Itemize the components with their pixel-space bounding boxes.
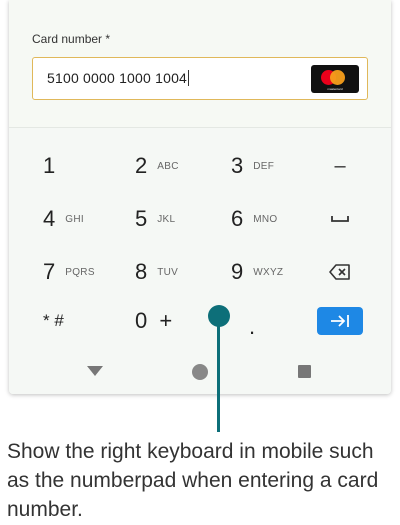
key-period[interactable]: . — [249, 307, 255, 347]
card-number-input[interactable]: 5100 0000 1000 1004 mastercard — [32, 57, 368, 100]
back-triangle-icon[interactable] — [87, 366, 103, 376]
space-key[interactable] — [317, 205, 363, 233]
minus-key[interactable]: – — [317, 152, 363, 180]
key-6[interactable]: 6 MNO — [231, 199, 277, 239]
key-star-hash[interactable]: * # — [43, 301, 64, 341]
key-5[interactable]: 5 JKL — [135, 199, 175, 239]
text-caret — [188, 70, 190, 86]
home-circle-icon[interactable] — [192, 364, 208, 380]
recents-square-icon[interactable] — [298, 365, 311, 378]
backspace-key[interactable] — [317, 258, 363, 286]
next-field-button[interactable] — [317, 307, 363, 335]
key-3[interactable]: 3 DEF — [231, 146, 274, 186]
annotation-pointer-line — [217, 316, 220, 432]
key-9[interactable]: 9 WXYZ — [231, 252, 283, 292]
key-0-plus[interactable]: 0 + — [135, 301, 172, 341]
key-2[interactable]: 2 ABC — [135, 146, 179, 186]
annotation-pointer-dot — [208, 305, 230, 327]
card-number-value: 5100 0000 1000 1004 — [47, 70, 190, 86]
mastercard-logo-icon: mastercard — [311, 65, 359, 93]
system-nav-bar — [9, 347, 391, 394]
card-form: Card number * 5100 0000 1000 1004 master… — [9, 0, 391, 128]
key-1[interactable]: 1 — [43, 146, 55, 186]
backspace-icon — [329, 264, 350, 280]
space-bar-icon — [331, 216, 349, 222]
key-8[interactable]: 8 TUV — [135, 252, 178, 292]
phone-screen: Card number * 5100 0000 1000 1004 master… — [9, 0, 391, 394]
tab-next-icon — [331, 315, 349, 327]
card-number-label: Card number * — [32, 32, 111, 46]
key-4[interactable]: 4 GHI — [43, 199, 84, 239]
annotation-caption: Show the right keyboard in mobile such a… — [7, 440, 379, 521]
key-7[interactable]: 7 PQRS — [43, 252, 95, 292]
numeric-keypad: 1 2 ABC 3 DEF – 4 GHI 5 JKL 6 MNO 7 PQRS 8 TUV — [9, 129, 391, 347]
